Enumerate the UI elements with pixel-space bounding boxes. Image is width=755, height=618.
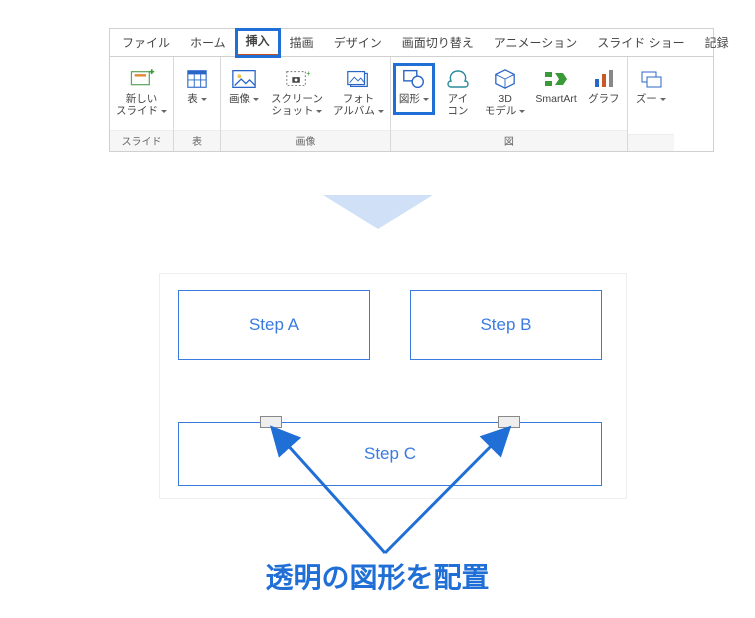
- new-slide-icon: [128, 67, 156, 91]
- shapes-icon: [400, 67, 428, 91]
- zoom-label: ズー: [636, 93, 666, 105]
- chart-label: グラフ: [588, 93, 620, 105]
- ribbon-body: 新しい スライド スライド: [110, 57, 713, 151]
- transparent-shape-left[interactable]: [260, 416, 282, 428]
- chart-icon: [590, 67, 618, 91]
- group-images-label: 画像: [221, 130, 390, 151]
- new-slide-label: 新しい スライド: [116, 93, 167, 117]
- tab-animation[interactable]: アニメーション: [484, 29, 588, 57]
- diagram-canvas: Step A Step B Step C: [160, 274, 626, 498]
- smartart-button[interactable]: SmartArt: [533, 65, 578, 107]
- shapes-label: 図形: [399, 93, 429, 105]
- table-label: 表: [187, 93, 207, 105]
- new-slide-button[interactable]: 新しい スライド: [114, 65, 169, 119]
- zoom-icon: [637, 67, 665, 91]
- icons-button[interactable]: アイ コン: [439, 65, 477, 119]
- group-tables: 表 表: [174, 57, 221, 151]
- group-slides-label: スライド: [110, 130, 173, 151]
- step-b-box[interactable]: Step B: [410, 290, 602, 360]
- 3dmodel-label: 3D モデル: [485, 93, 526, 117]
- tab-slideshow[interactable]: スライド ショー: [587, 29, 694, 57]
- 3dmodel-button[interactable]: 3D モデル: [483, 65, 528, 119]
- step-a-box[interactable]: Step A: [178, 290, 370, 360]
- zoom-button[interactable]: ズー: [632, 65, 670, 107]
- transparent-shape-right[interactable]: [498, 416, 520, 428]
- step-c-box[interactable]: Step C: [178, 422, 602, 486]
- icons-icon: [444, 67, 472, 91]
- table-icon: [183, 67, 211, 91]
- ribbon-tabs: ファイル ホーム 挿入 描画 デザイン 画面切り替え アニメーション スライド …: [110, 29, 713, 57]
- group-tables-label: 表: [174, 130, 220, 151]
- group-illust-label: 図: [391, 130, 627, 151]
- tab-insert[interactable]: 挿入: [236, 29, 280, 57]
- group-images: 画像 + スクリーン ショット: [221, 57, 391, 151]
- photoalbum-label: フォト アルバム: [333, 93, 384, 117]
- group-zoom: ズー: [628, 57, 674, 151]
- tab-file[interactable]: ファイル: [112, 29, 180, 57]
- svg-text:+: +: [306, 68, 310, 78]
- picture-label: 画像: [229, 93, 259, 105]
- shapes-button[interactable]: 図形: [395, 65, 433, 113]
- smartart-icon: [542, 67, 570, 91]
- screenshot-button[interactable]: + スクリーン ショット: [269, 65, 325, 119]
- tab-record[interactable]: 記録: [695, 29, 739, 57]
- picture-icon: [230, 67, 258, 91]
- group-zoom-label: [628, 134, 674, 151]
- tab-home[interactable]: ホーム: [180, 29, 236, 57]
- chart-button[interactable]: グラフ: [585, 65, 623, 107]
- down-arrow-icon: [323, 195, 433, 229]
- table-button[interactable]: 表: [178, 65, 216, 107]
- picture-button[interactable]: 画像: [225, 65, 263, 107]
- screenshot-label: スクリーン ショット: [271, 93, 323, 117]
- cube-icon: [491, 67, 519, 91]
- icons-label: アイ コン: [447, 93, 468, 117]
- ribbon: ファイル ホーム 挿入 描画 デザイン 画面切り替え アニメーション スライド …: [109, 28, 714, 152]
- photoalbum-icon: [344, 67, 372, 91]
- caption-text: 透明の図形を配置: [0, 556, 755, 596]
- tab-design[interactable]: デザイン: [324, 29, 392, 57]
- group-illustrations: 図形 アイ コン: [391, 57, 628, 151]
- smartart-label: SmartArt: [535, 93, 576, 105]
- tab-draw[interactable]: 描画: [280, 29, 324, 57]
- photoalbum-button[interactable]: フォト アルバム: [331, 65, 386, 119]
- group-slides: 新しい スライド スライド: [110, 57, 174, 151]
- screenshot-icon: +: [283, 67, 311, 91]
- tab-transition[interactable]: 画面切り替え: [392, 29, 484, 57]
